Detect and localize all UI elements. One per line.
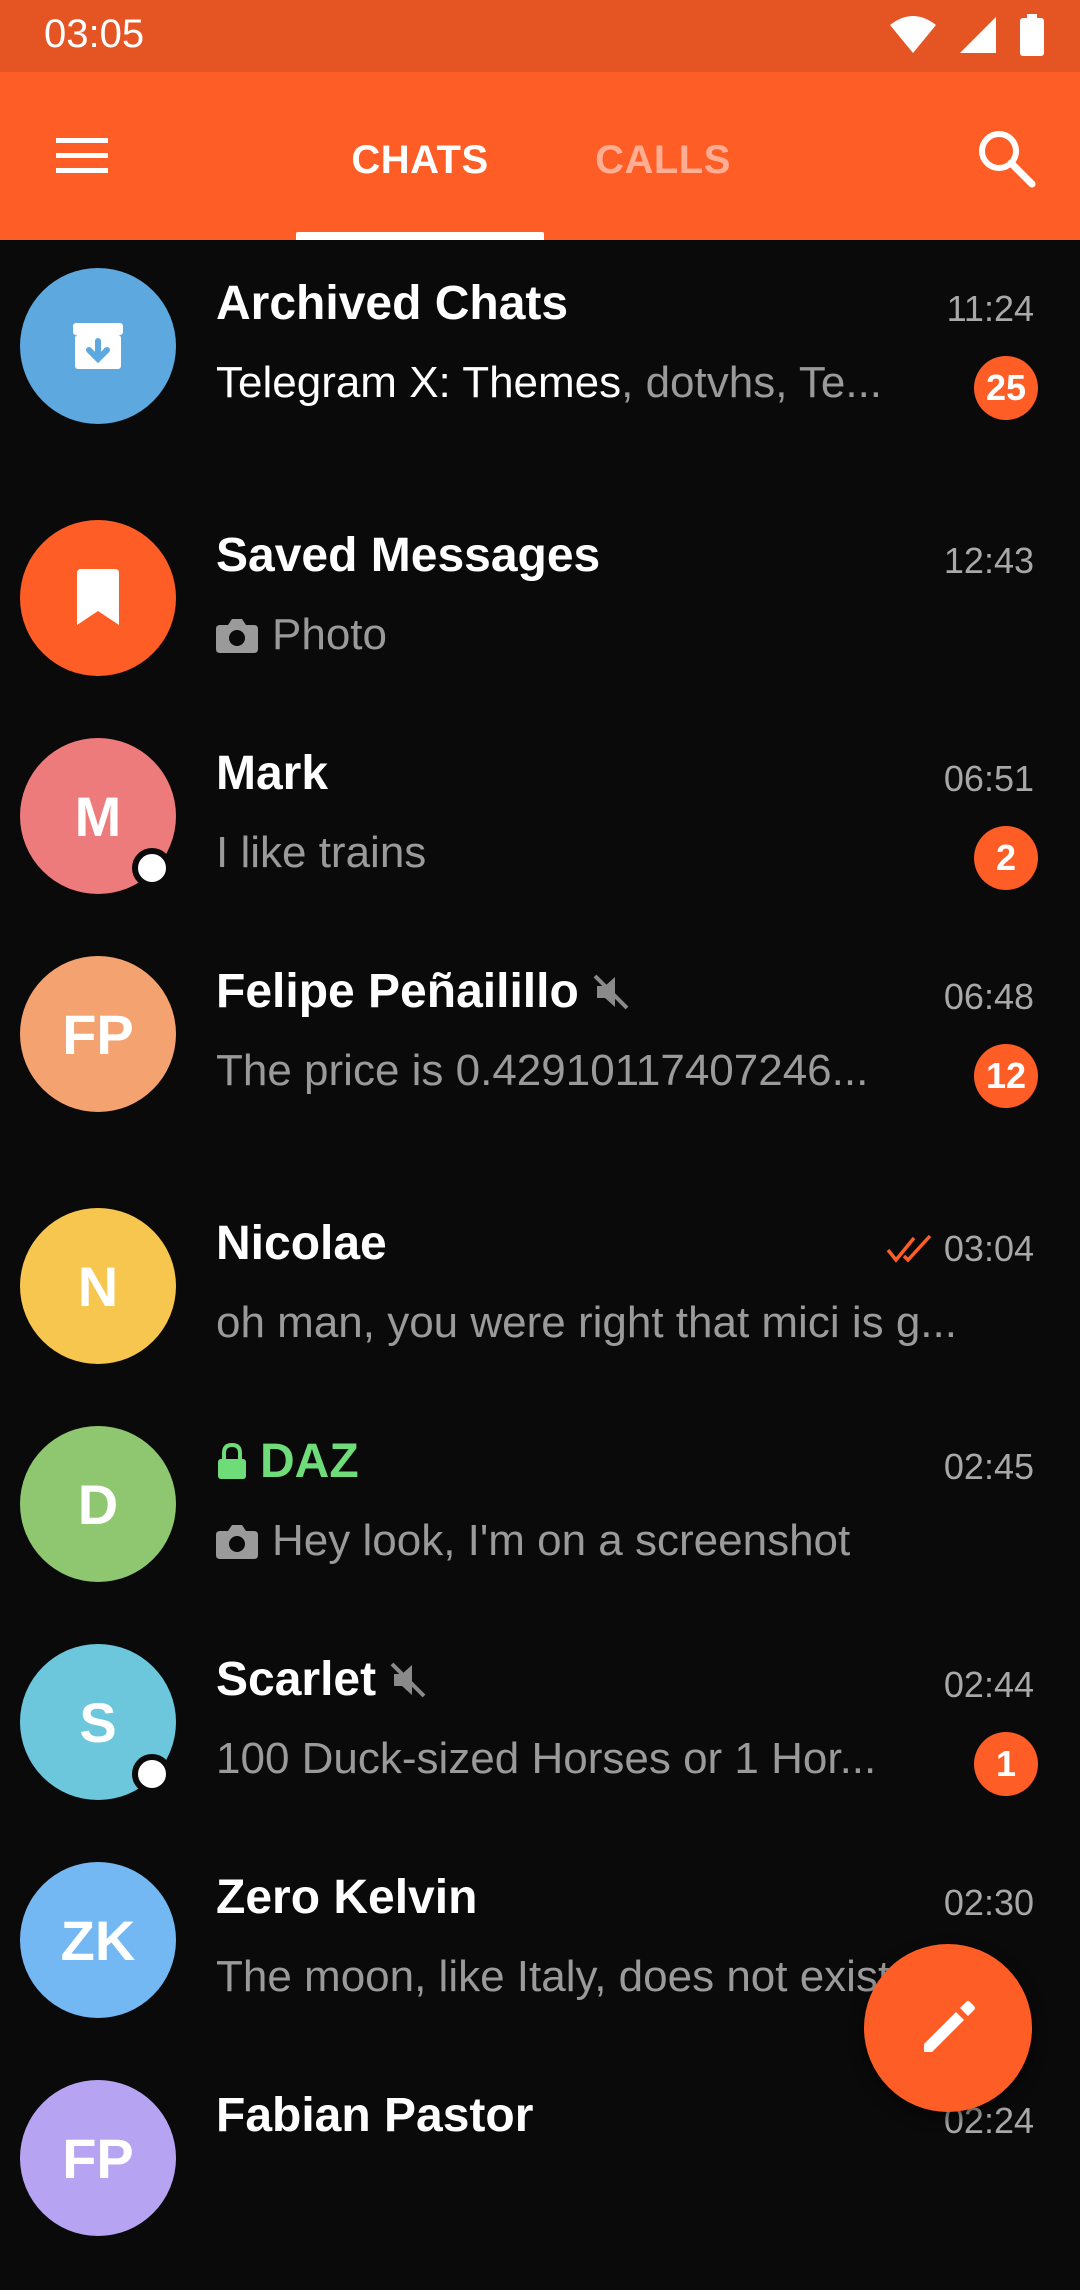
avatar: D	[20, 1426, 176, 1582]
chat-time: 11:24	[946, 288, 1034, 329]
chat-preview: Photo	[216, 610, 936, 660]
avatar	[20, 520, 176, 676]
tab-chats[interactable]: CHATS	[296, 138, 544, 183]
chat-preview: Telegram X: Themes, dotvhs, Te...	[216, 358, 883, 407]
chat-name: Felipe Peñailillo	[216, 964, 631, 1019]
status-time: 03:05	[44, 12, 145, 56]
chat-row-nicolae[interactable]: N Nicolae 03:04 oh man, you were right t…	[0, 1208, 1080, 1418]
camera-icon	[216, 619, 258, 653]
unread-badge: 25	[974, 356, 1038, 420]
chat-name: Fabian Pastor	[216, 2089, 534, 2142]
chat-time: 02:30	[943, 1882, 1034, 1923]
double-check-icon	[886, 1234, 932, 1263]
unread-badge: 2	[974, 826, 1038, 890]
online-indicator	[132, 848, 172, 888]
battery-icon	[1020, 14, 1044, 56]
app-bar: CHATS CALLS	[0, 72, 1080, 240]
chat-row-fabian[interactable]: FP Fabian Pastor 02:24	[0, 2080, 1080, 2290]
chat-row-saved-messages[interactable]: Saved Messages 12:43 Photo	[0, 520, 1080, 730]
chat-name: Nicolae	[216, 1217, 387, 1270]
chat-name: Saved Messages	[216, 529, 601, 582]
muted-icon	[593, 974, 629, 1009]
search-button[interactable]	[972, 124, 1040, 192]
avatar: FP	[20, 956, 176, 1112]
chat-time: 02:44	[943, 1664, 1034, 1705]
chat-preview: 100 Duck-sized Horses or 1 Hor...	[216, 1734, 877, 1783]
signal-icon	[960, 17, 996, 53]
chat-name: Archived Chats	[216, 277, 569, 330]
chat-time: 03:04	[886, 1228, 1034, 1270]
chat-row-mark[interactable]: M Mark 06:51 I like trains 2	[0, 738, 1080, 948]
avatar: N	[20, 1208, 176, 1364]
chat-preview: The price is 0.42910117407246...	[216, 1046, 869, 1095]
chat-row-felipe[interactable]: FP Felipe Peñailillo 06:48 The price is …	[0, 956, 1080, 1166]
search-icon	[979, 131, 1036, 188]
chat-preview: oh man, you were right that mici is g...	[216, 1298, 957, 1347]
bookmark-icon	[77, 569, 119, 625]
chat-time: 12:43	[943, 540, 1034, 581]
archive-icon	[73, 323, 123, 369]
chat-preview: I like trains	[216, 828, 427, 877]
chat-time: 06:51	[943, 758, 1034, 799]
unread-badge: 12	[974, 1044, 1038, 1108]
unread-badge: 1	[974, 1732, 1038, 1796]
chat-name: Zero Kelvin	[216, 1871, 478, 1924]
chat-time: 02:45	[943, 1446, 1034, 1487]
compose-button[interactable]	[864, 1944, 1032, 2112]
chat-name: DAZ	[216, 1434, 359, 1489]
online-indicator	[132, 1754, 172, 1794]
chat-name: Scarlet	[216, 1652, 428, 1707]
chat-time: 06:48	[943, 976, 1034, 1017]
menu-button[interactable]	[50, 124, 114, 188]
chat-row-daz[interactable]: D DAZ 02:45 Hey look, I'm on a screensho…	[0, 1426, 1080, 1636]
avatar: ZK	[20, 1862, 176, 2018]
wifi-icon	[890, 16, 936, 53]
status-icons	[890, 14, 1044, 56]
avatar: FP	[20, 2080, 176, 2236]
tab-calls[interactable]: CALLS	[548, 138, 778, 183]
camera-icon	[216, 1525, 258, 1559]
active-tab-indicator	[296, 232, 544, 240]
pencil-icon	[924, 2001, 975, 2052]
muted-icon	[390, 1662, 426, 1697]
avatar	[20, 268, 176, 424]
chat-name: Mark	[216, 747, 329, 800]
chat-preview: Hey look, I'm on a screenshot	[216, 1516, 936, 1566]
hamburger-menu-icon	[56, 138, 108, 173]
chat-row-archived[interactable]: Archived Chats 11:24 Telegram X: Themes,…	[0, 268, 1080, 478]
lock-icon	[218, 1442, 246, 1479]
status-bar: 03:05	[0, 0, 1080, 72]
chat-row-scarlet[interactable]: S Scarlet 02:44 100 Duck-sized Horses or…	[0, 1644, 1080, 1854]
